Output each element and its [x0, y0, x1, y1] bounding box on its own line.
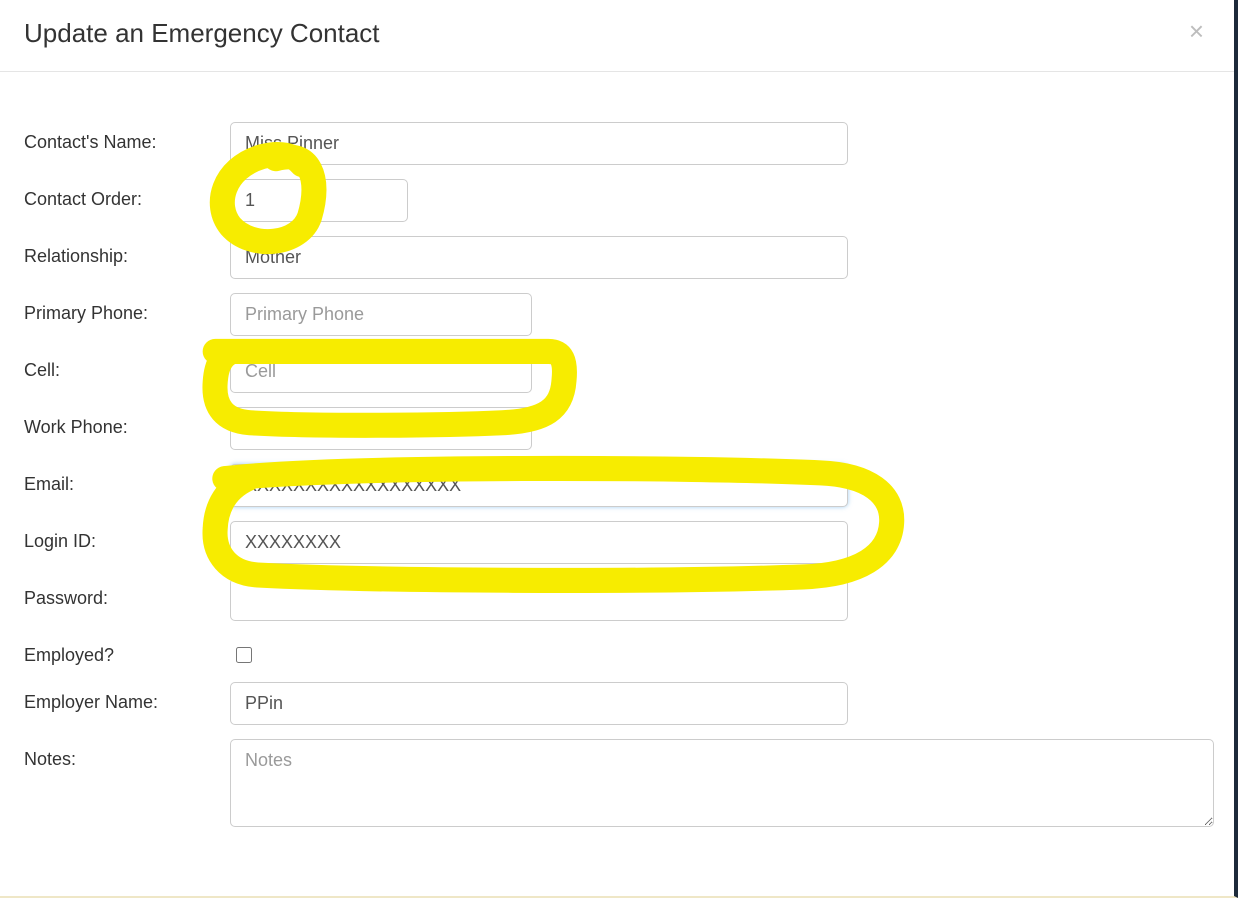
label-employed: Employed?: [24, 635, 230, 666]
modal-body: Contact's Name: Contact Order: Relations…: [0, 72, 1234, 866]
label-contact-order: Contact Order:: [24, 179, 230, 210]
row-password: Password:: [24, 578, 1210, 621]
employed-checkbox[interactable]: [236, 647, 252, 663]
label-relationship: Relationship:: [24, 236, 230, 267]
row-login-id: Login ID:: [24, 521, 1210, 564]
row-employed: Employed?: [24, 635, 1210, 668]
row-email: Email:: [24, 464, 1210, 507]
contact-name-field[interactable]: [230, 122, 848, 165]
row-primary-phone: Primary Phone:: [24, 293, 1210, 336]
close-icon[interactable]: ×: [1183, 18, 1210, 44]
emergency-contact-modal: Update an Emergency Contact × Contact's …: [0, 0, 1238, 898]
modal-title: Update an Emergency Contact: [24, 18, 380, 49]
label-notes: Notes:: [24, 739, 230, 770]
row-work-phone: Work Phone:: [24, 407, 1210, 450]
email-field[interactable]: [230, 464, 848, 507]
row-notes: Notes:: [24, 739, 1210, 832]
work-phone-field[interactable]: [230, 407, 532, 450]
cell-field[interactable]: [230, 350, 532, 393]
relationship-field[interactable]: [230, 236, 848, 279]
label-contact-name: Contact's Name:: [24, 122, 230, 153]
row-contact-order: Contact Order:: [24, 179, 1210, 222]
label-employer-name: Employer Name:: [24, 682, 230, 713]
row-relationship: Relationship:: [24, 236, 1210, 279]
row-contact-name: Contact's Name:: [24, 122, 1210, 165]
primary-phone-field[interactable]: [230, 293, 532, 336]
notes-field[interactable]: [230, 739, 1214, 827]
row-employer-name: Employer Name:: [24, 682, 1210, 725]
label-primary-phone: Primary Phone:: [24, 293, 230, 324]
label-password: Password:: [24, 578, 230, 609]
login-id-field[interactable]: [230, 521, 848, 564]
label-cell: Cell:: [24, 350, 230, 381]
employer-name-field[interactable]: [230, 682, 848, 725]
label-work-phone: Work Phone:: [24, 407, 230, 438]
contact-order-field[interactable]: [230, 179, 408, 222]
modal-header: Update an Emergency Contact ×: [0, 0, 1234, 72]
label-email: Email:: [24, 464, 230, 495]
password-field[interactable]: [230, 578, 848, 621]
row-cell: Cell:: [24, 350, 1210, 393]
label-login-id: Login ID:: [24, 521, 230, 552]
